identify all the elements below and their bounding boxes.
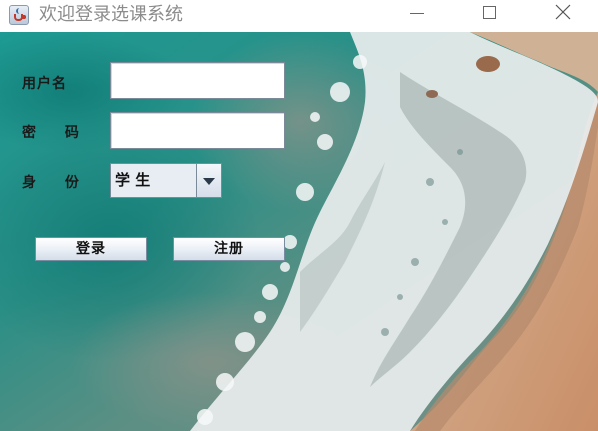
username-label: 用户名 [22, 76, 67, 92]
title-bar[interactable]: 欢迎登录选课系统 [0, 0, 598, 32]
java-cup-icon [9, 5, 29, 25]
role-select-value[interactable]: 学 生 [110, 163, 197, 198]
content-panel: 用户名 密 码 身 份 学 生 登录 注册 [0, 32, 598, 431]
maximize-icon [483, 6, 496, 19]
maximize-button[interactable] [466, 0, 512, 32]
minimize-button[interactable] [393, 0, 439, 32]
beach-background-image [0, 32, 598, 431]
role-select[interactable]: 学 生 [110, 163, 222, 198]
register-button[interactable]: 注册 [173, 237, 285, 261]
close-icon [555, 4, 571, 20]
login-window: 欢迎登录选课系统 用户名 密 码 身 份 学 生 登录 注册 [0, 0, 598, 431]
role-dropdown-button[interactable] [197, 163, 222, 198]
chevron-down-icon [203, 178, 215, 185]
password-label: 密 码 [22, 125, 91, 141]
login-button[interactable]: 登录 [35, 237, 147, 261]
close-button[interactable] [540, 0, 586, 32]
role-label: 身 份 [22, 175, 91, 191]
password-input[interactable] [110, 112, 285, 149]
minimize-icon [410, 13, 424, 14]
username-input[interactable] [110, 62, 285, 99]
window-title: 欢迎登录选课系统 [39, 4, 183, 25]
